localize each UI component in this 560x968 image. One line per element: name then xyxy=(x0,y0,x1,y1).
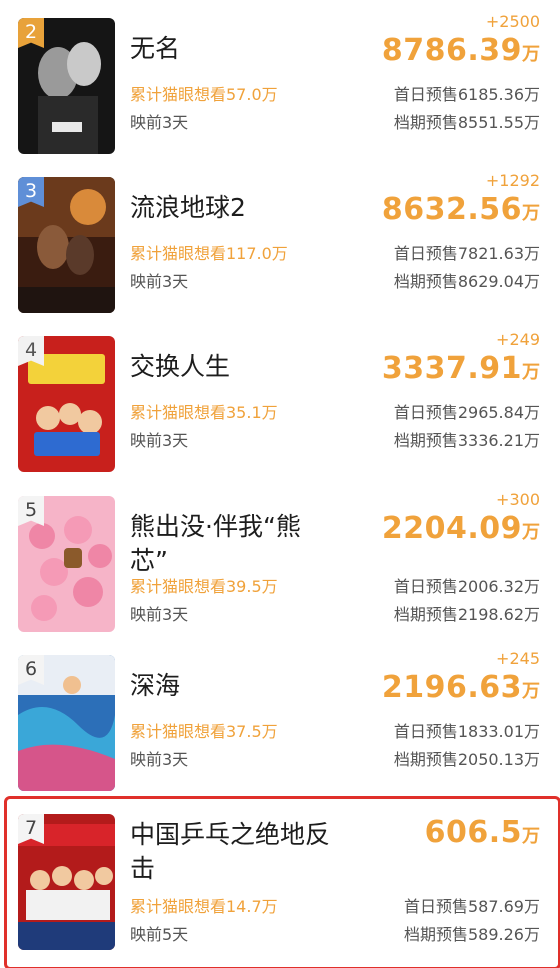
first-day-presale: 首日预售1833.01万 xyxy=(393,722,540,741)
first-day-presale: 首日预售7821.63万 xyxy=(393,244,540,263)
presale-gross: 2204.09万 xyxy=(381,511,540,546)
want-count: 累计猫眼想看35.1万 xyxy=(130,403,278,422)
release-countdown: 映前3天 xyxy=(130,113,189,132)
want-count: 累计猫眼想看37.5万 xyxy=(130,722,278,741)
want-count: 累计猫眼想看117.0万 xyxy=(130,244,288,263)
release-countdown: 映前3天 xyxy=(130,431,189,450)
movie-poster[interactable]: 2 xyxy=(18,18,115,154)
movie-row[interactable]: 3 流浪地球2 +1292 8632.56万 累计猫眼想看117.0万 首日预售… xyxy=(0,171,560,329)
movie-poster[interactable]: 3 xyxy=(18,177,115,313)
release-countdown: 映前5天 xyxy=(130,925,189,944)
movie-title[interactable]: 无名 xyxy=(130,32,330,66)
movie-title[interactable]: 熊出没·伴我“熊芯” xyxy=(130,510,330,578)
movie-row[interactable]: 2 无名 +2500 8786.39万 累计猫眼想看57.0万 首日预售6185… xyxy=(0,12,560,170)
gross-delta: +245 xyxy=(496,649,540,668)
presale-gross: 3337.91万 xyxy=(381,351,540,386)
want-count: 累计猫眼想看14.7万 xyxy=(130,897,278,916)
presale-gross: 2196.63万 xyxy=(381,670,540,705)
movie-title[interactable]: 中国乒乓之绝地反击 xyxy=(130,818,330,886)
movie-poster[interactable]: 6 xyxy=(18,655,115,791)
want-count: 累计猫眼想看57.0万 xyxy=(130,85,278,104)
release-countdown: 映前3天 xyxy=(130,605,189,624)
movie-row[interactable]: 4 交换人生 +249 3337.91万 累计猫眼想看35.1万 首日预售296… xyxy=(0,330,560,488)
movie-row[interactable]: 5 熊出没·伴我“熊芯” +300 2204.09万 累计猫眼想看39.5万 首… xyxy=(0,490,560,648)
movie-title[interactable]: 流浪地球2 xyxy=(130,191,330,225)
period-presale: 档期预售589.26万 xyxy=(404,925,540,944)
period-presale: 档期预售8629.04万 xyxy=(393,272,540,291)
first-day-presale: 首日预售587.69万 xyxy=(404,897,540,916)
period-presale: 档期预售2050.13万 xyxy=(393,750,540,769)
first-day-presale: 首日预售6185.36万 xyxy=(393,85,540,104)
release-countdown: 映前3天 xyxy=(130,750,189,769)
presale-gross: 8632.56万 xyxy=(381,192,540,227)
presale-gross: 8786.39万 xyxy=(381,33,540,68)
first-day-presale: 首日预售2965.84万 xyxy=(393,403,540,422)
period-presale: 档期预售3336.21万 xyxy=(393,431,540,450)
period-presale: 档期预售8551.55万 xyxy=(393,113,540,132)
gross-delta: +300 xyxy=(496,490,540,509)
movie-row-highlighted[interactable]: 7 中国乒乓之绝地反击 606.5万 累计猫眼想看14.7万 首日预售587.6… xyxy=(0,796,560,968)
want-count: 累计猫眼想看39.5万 xyxy=(130,577,278,596)
first-day-presale: 首日预售2006.32万 xyxy=(393,577,540,596)
movie-title[interactable]: 深海 xyxy=(130,669,330,703)
presale-gross: 606.5万 xyxy=(424,815,540,850)
movie-poster[interactable]: 4 xyxy=(18,336,115,472)
movie-poster[interactable]: 5 xyxy=(18,496,115,632)
gross-delta: +1292 xyxy=(485,171,540,190)
movie-poster[interactable]: 7 xyxy=(18,814,115,950)
gross-delta: +2500 xyxy=(485,12,540,31)
movie-title[interactable]: 交换人生 xyxy=(130,350,330,384)
release-countdown: 映前3天 xyxy=(130,272,189,291)
movie-row[interactable]: 6 深海 +245 2196.63万 累计猫眼想看37.5万 首日预售1833.… xyxy=(0,649,560,807)
period-presale: 档期预售2198.62万 xyxy=(393,605,540,624)
gross-delta: +249 xyxy=(496,330,540,349)
